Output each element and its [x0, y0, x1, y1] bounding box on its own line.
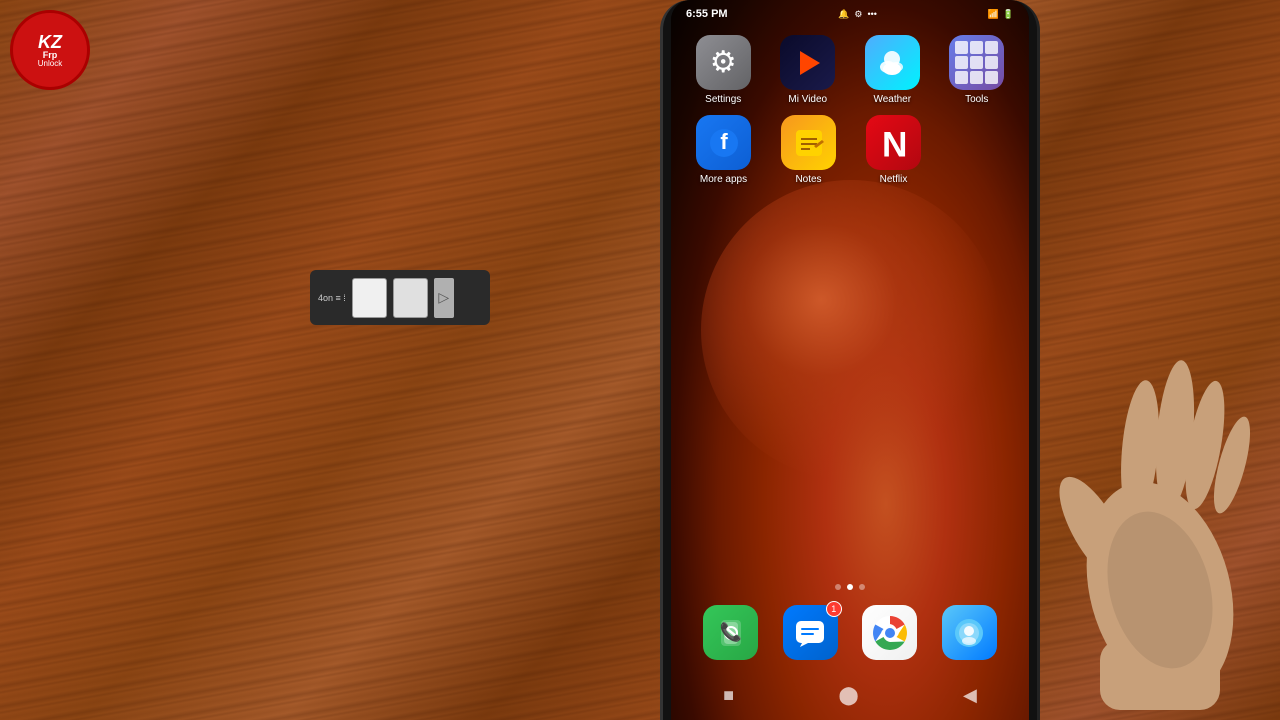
app-tools[interactable]: Tools: [940, 35, 1015, 105]
dock-security[interactable]: [942, 605, 997, 660]
logo-unlock: Unlock: [38, 60, 62, 68]
sim-slot-1: [352, 278, 387, 318]
sim-tray: 4on ≡ ⁞ ▷: [310, 270, 490, 325]
notes-icon-img: [781, 115, 836, 170]
nav-back-button[interactable]: ◀: [963, 685, 977, 706]
app-grid: Settings Mi Video: [686, 35, 1014, 195]
status-center-icons: 🔔 ⚙ •••: [838, 9, 877, 20]
moreapps-label: More apps: [700, 174, 747, 185]
status-bar: 6:55 PM 🔔 ⚙ ••• 📶 🔋: [671, 0, 1029, 28]
app-more-apps[interactable]: f More apps: [686, 115, 761, 185]
sim-tray-text: 4on ≡ ⁞: [318, 293, 346, 303]
svg-text:N: N: [882, 125, 906, 162]
page-dot-1: [835, 584, 841, 590]
tools-dot-7: [955, 71, 968, 84]
logo-kz: KZ: [38, 33, 62, 51]
signal-icon: 🔋: [1003, 9, 1014, 20]
status-right-icons: 📶 🔋: [988, 9, 1014, 20]
hand-overlay: [1040, 330, 1260, 710]
moreapps-svg: f: [706, 125, 742, 161]
app-row-2: f More apps: [686, 115, 1014, 185]
tools-dot-2: [970, 41, 983, 54]
moreapps-icon-img: f: [696, 115, 751, 170]
app-settings[interactable]: Settings: [686, 35, 761, 105]
tools-dot-5: [970, 56, 983, 69]
mivideo-inner: [780, 35, 835, 90]
dock-phone[interactable]: 📞: [703, 605, 758, 660]
mivideo-play-arrow: [800, 51, 820, 75]
app-mi-video[interactable]: Mi Video: [771, 35, 846, 105]
dock-messages[interactable]: 1: [783, 605, 838, 660]
weather-svg-icon: [874, 45, 910, 81]
nav-bar: ■ ⬤ ◀: [671, 675, 1029, 715]
phone-dock-icon: 📞: [716, 618, 746, 648]
svg-text:📞: 📞: [720, 620, 743, 642]
tools-grid-icon: [949, 35, 1004, 90]
tools-dot-8: [970, 71, 983, 84]
more-status-icon: •••: [867, 9, 876, 19]
dock: 📞 1: [671, 595, 1029, 670]
svg-text:f: f: [720, 129, 728, 154]
sim-pin-arrow: ▷: [438, 289, 449, 306]
battery-icon: 📶: [988, 9, 999, 20]
chrome-dock-icon: [872, 615, 908, 651]
tools-dot-3: [985, 41, 998, 54]
messages-dock-icon: [794, 617, 826, 649]
sim-pin: ▷: [434, 278, 454, 318]
sim-slot-2: [393, 278, 428, 318]
dock-chrome[interactable]: [862, 605, 917, 660]
tools-dot-1: [955, 41, 968, 54]
notes-svg: [792, 126, 826, 160]
page-dot-2: [847, 584, 853, 590]
page-dot-3: [859, 584, 865, 590]
settings-label: Settings: [705, 94, 741, 105]
phone-screen: 6:55 PM 🔔 ⚙ ••• 📶 🔋 Settings: [671, 0, 1029, 720]
weather-label: Weather: [873, 94, 911, 105]
app-weather[interactable]: Weather: [855, 35, 930, 105]
netflix-svg: N: [876, 123, 912, 163]
tools-dot-4: [955, 56, 968, 69]
status-time: 6:55 PM: [686, 8, 728, 20]
netflix-label: Netflix: [880, 174, 908, 185]
nav-recents-button[interactable]: ■: [723, 685, 734, 706]
security-dock-icon: [953, 617, 985, 649]
page-dots: [671, 584, 1029, 590]
weather-icon-img: [865, 35, 920, 90]
nav-home-button[interactable]: ⬤: [838, 685, 858, 706]
app-row-1: Settings Mi Video: [686, 35, 1014, 105]
netflix-icon-img: N: [866, 115, 921, 170]
mars-highlight: [701, 180, 1001, 480]
mivideo-label: Mi Video: [788, 94, 827, 105]
app-notes[interactable]: Notes: [771, 115, 846, 185]
hand-svg: [1040, 330, 1260, 710]
kz-logo-badge: KZ Frp Unlock: [10, 10, 90, 90]
settings-status-icon: ⚙: [854, 9, 862, 20]
notification-icon: 🔔: [838, 9, 849, 20]
tools-dot-9: [985, 71, 998, 84]
tools-icon-img: [949, 35, 1004, 90]
settings-icon-img: [696, 35, 751, 90]
notes-label: Notes: [795, 174, 821, 185]
messages-badge: 1: [826, 601, 842, 617]
tools-dot-6: [985, 56, 998, 69]
mivideo-icon-img: [780, 35, 835, 90]
tools-label: Tools: [965, 94, 988, 105]
app-netflix[interactable]: N Netflix: [856, 115, 931, 185]
phone-device: 6:55 PM 🔔 ⚙ ••• 📶 🔋 Settings: [660, 0, 1040, 720]
